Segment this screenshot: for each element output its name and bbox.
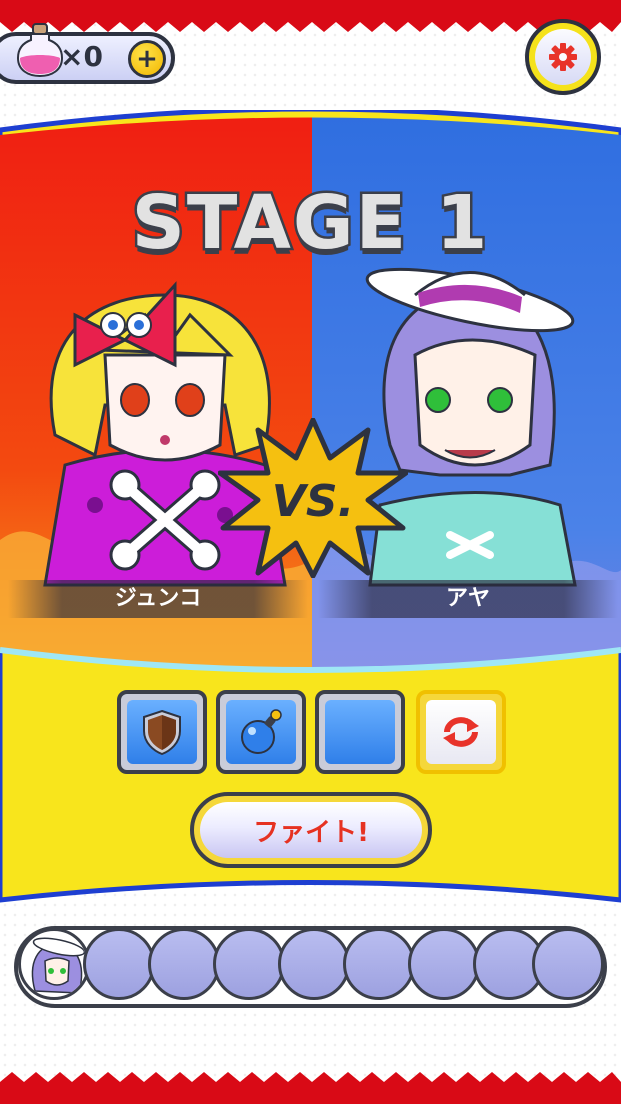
roster-slot-locked[interactable] [278,928,350,1000]
refresh-items-button[interactable] [416,690,506,774]
refresh-icon [443,717,479,747]
player-name-junko: ジュンコ [8,580,308,618]
add-potion-button[interactable]: + [128,40,166,78]
bottom-zigzag-border [0,1072,621,1104]
potion-count: ×0 [60,40,103,73]
stage-title: STAGE 1 [129,178,490,269]
fight-button[interactable]: ファイト! [190,792,432,868]
opponent-name-aya: アヤ [318,580,618,618]
pink-potion-icon [16,23,64,78]
roster-slot-locked[interactable] [213,928,285,1000]
item-slot-shield[interactable] [117,690,207,774]
roster-slot-locked[interactable] [343,928,415,1000]
item-slot-empty[interactable] [315,690,405,774]
bomb-icon [241,709,282,754]
roster-slot-locked[interactable] [148,928,220,1000]
roster-slot-locked[interactable] [83,928,155,1000]
fight-button-label: ファイト! [200,802,422,858]
shield-icon [143,709,181,755]
gear-icon [549,43,577,71]
roster-slot-locked[interactable] [408,928,480,1000]
vs-burst: VS. [218,418,408,578]
roster-slot-locked[interactable] [532,928,604,1000]
item-slot-bomb[interactable] [216,690,306,774]
roster-slot-aya[interactable] [18,928,90,1000]
settings-button[interactable] [525,19,601,95]
vs-label: VS. [272,476,354,527]
